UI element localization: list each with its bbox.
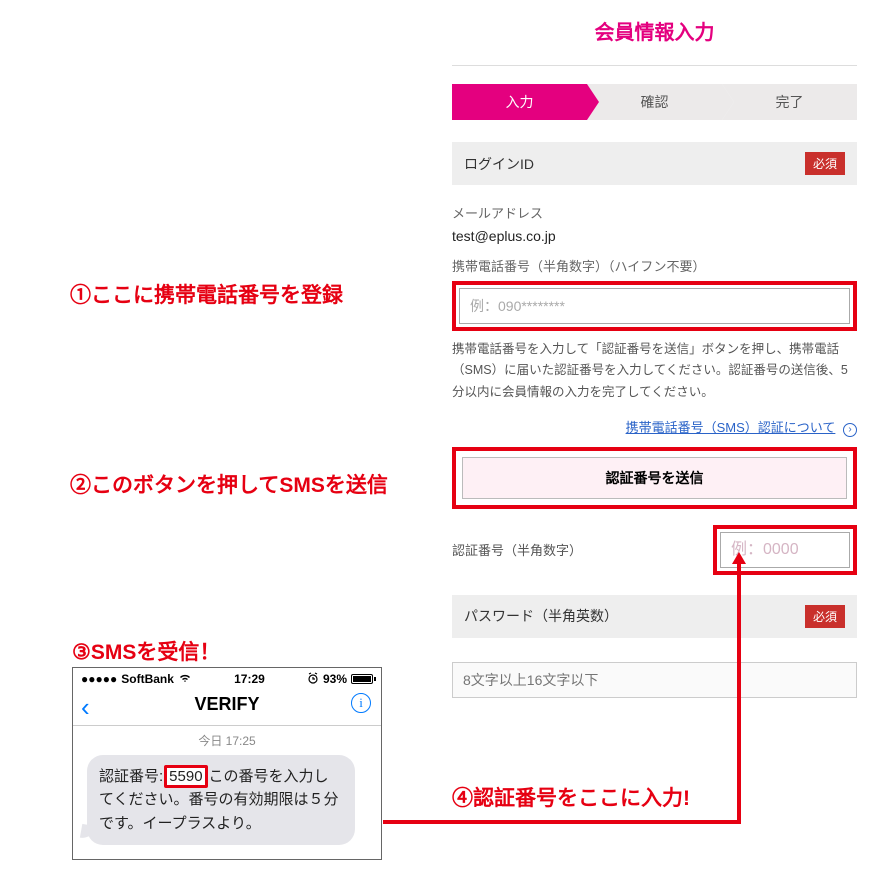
required-badge: 必須 — [805, 152, 845, 175]
sms-info-link-row: 携帯電話番号（SMS）認証について › — [452, 417, 857, 437]
phone-input[interactable] — [459, 288, 850, 324]
step-confirm: 確認 — [587, 84, 722, 120]
password-label: パスワード（半角英数） — [464, 606, 618, 626]
sms-status-bar: ●●●●● SoftBank 17:29 93% — [73, 668, 381, 690]
sms-info-link[interactable]: 携帯電話番号（SMS）認証について — [626, 420, 836, 435]
send-code-button[interactable]: 認証番号を送信 — [462, 457, 847, 499]
status-clock: 17:29 — [234, 672, 265, 686]
annotation-2: ②このボタンを押してSMSを送信 — [70, 469, 388, 499]
sms-thread-title: VERIFY — [194, 694, 259, 715]
code-row: 認証番号（半角数字） — [452, 525, 857, 575]
arrow-horizontal — [383, 820, 741, 824]
back-icon[interactable]: ‹ — [81, 692, 90, 723]
carrier-name: SoftBank — [121, 672, 174, 686]
step-done: 完了 — [722, 84, 857, 120]
signal-dots-icon: ●●●●● — [81, 672, 117, 686]
sms-code-highlight: 5590 — [164, 765, 207, 788]
step-input: 入力 — [452, 84, 587, 120]
annotation-3: ③SMSを受信！ — [72, 636, 220, 666]
login-id-section: ログインID 必須 — [452, 142, 857, 185]
page-title: 会員情報入力 — [452, 10, 857, 66]
info-icon[interactable]: i — [351, 693, 371, 713]
required-badge: 必須 — [805, 605, 845, 628]
password-input[interactable] — [452, 662, 857, 698]
password-section: パスワード（半角英数） 必須 — [452, 595, 857, 638]
login-id-label: ログインID — [464, 154, 534, 174]
phone-help-text: 携帯電話番号を入力して「認証番号を送信」ボタンを押し、携帯電話（SMS）に届いた… — [452, 339, 857, 403]
annotation-1: ①ここに携帯電話番号を登録 — [70, 279, 343, 309]
code-input-highlight — [713, 525, 857, 575]
sms-msg-pre: 認証番号: — [99, 768, 163, 785]
registration-form: 会員情報入力 入力 確認 完了 ログインID 必須 メールアドレス test@e… — [452, 10, 857, 698]
code-label: 認証番号（半角数字） — [452, 540, 699, 559]
sms-header: ‹ VERIFY i — [73, 690, 381, 726]
chevron-right-icon: › — [843, 423, 857, 437]
arrow-vertical — [737, 562, 741, 824]
sms-screenshot: ●●●●● SoftBank 17:29 93% ‹ VERIFY i 今日 1… — [72, 667, 382, 860]
annotation-4: ④認証番号をここに入力! — [452, 782, 690, 812]
wifi-icon — [178, 672, 192, 686]
email-value: test@eplus.co.jp — [452, 228, 857, 244]
sms-message-bubble: 認証番号:5590この番号を入力してください。番号の有効期限は５分です。イープラ… — [87, 755, 355, 845]
alarm-icon — [307, 672, 319, 687]
email-label: メールアドレス — [452, 203, 857, 222]
battery-percent: 93% — [323, 672, 347, 686]
phone-label: 携帯電話番号（半角数字）（ハイフン不要） — [452, 256, 857, 275]
sms-timestamp: 今日 17:25 — [73, 726, 381, 755]
step-bar: 入力 確認 完了 — [452, 84, 857, 120]
phone-highlight — [452, 281, 857, 331]
battery-icon — [351, 674, 373, 684]
send-button-highlight: 認証番号を送信 — [452, 447, 857, 509]
